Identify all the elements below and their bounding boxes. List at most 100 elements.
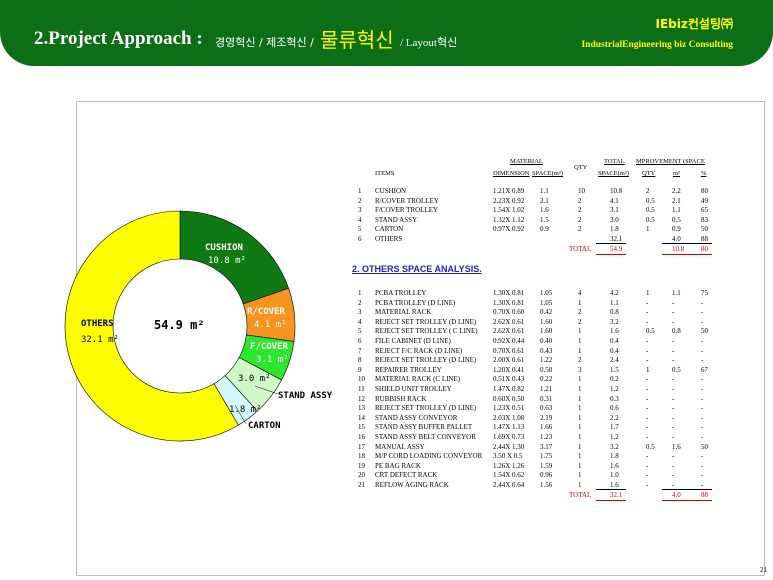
cell-total: 0.6 [610,404,619,413]
cell-space: 3.17 [540,442,553,451]
cell-ip: - [701,308,704,317]
cell-qty: 2 [578,215,582,224]
cell-total: 0.2 [610,375,619,384]
cell-iq: - [646,452,649,461]
cell-total_space: 32.1 [610,490,623,499]
slice-label-cushion: CUSHION [205,243,243,253]
cell-qty: 1 [578,327,582,336]
cell-item: R/COVER TROLLEY [375,196,439,205]
cell-total: 1.7 [610,423,619,432]
cell-total: 1.0 [610,471,619,480]
cell-item: PE BAG RACK [375,461,421,470]
cell-dim: 1.30X 0.81 [493,289,525,297]
th-imp-m2: m² [673,170,681,177]
cell-ip: - [701,413,704,422]
cell-im: 2.2 [672,187,681,195]
th-dimension: DIMENSION [493,170,530,177]
cell-im: - [672,394,675,403]
cell-item: PCBA TROLLEY [375,289,427,297]
cell-iq: - [646,346,649,355]
th-space: SPACE(m²) [532,170,563,177]
brand-tagline: IndustrialEngineering biz Consulting [581,40,733,50]
cell-iq: 0.5 [646,196,655,205]
cell-im: - [672,298,675,307]
cell-qty: 2 [578,308,582,317]
cell-space: 1.05 [540,289,553,297]
cell-no: 19 [358,461,365,470]
brand-logo-text: IEbiz컨설팅㈜ [655,17,733,31]
cell-dim: 1.23X 0.51 [493,404,525,413]
th-imp-qty: QTY [642,170,656,177]
cell-im: - [672,413,675,422]
cell-dim: 1.21X 0.89 [493,187,525,195]
cell-space: 1.1 [540,187,549,195]
slice-label-rcover: R/COVER [247,307,285,317]
cell-qty: 1 [578,385,582,393]
cell-dim: 1.54X 1.02 [493,206,525,215]
cell-im: - [672,317,675,326]
total-underline [662,499,712,501]
cell-total: 3.2 [610,442,619,451]
cell-ip: 50 [701,225,708,234]
cell-qty: 1 [578,423,582,432]
page-number: 21 [760,566,767,574]
cell-ip: - [701,433,704,441]
cell-item: REFLOW AGING RACK [375,481,449,489]
cell-ip: - [701,356,704,365]
cell-qty: 1 [578,461,582,470]
cell-item: F/COVER TROLLEY [375,206,439,215]
cell-no: 11 [358,385,365,393]
cell-qty: 1 [578,452,582,461]
cell-total: 1.8 [610,225,619,234]
cell-no: 1 [358,187,362,195]
cell-ip: - [701,385,704,393]
cell-qty: 2 [578,206,582,215]
th-qty: QTY [574,164,588,171]
cell-iq: 1 [646,365,650,374]
cell-qty: 1 [578,433,582,441]
slice-value-standassy: 3.0 m² [238,374,271,384]
cell-im: - [672,404,675,413]
cell-qty: 1 [578,298,582,307]
cell-qty: 1 [578,337,582,345]
cell-im: 0.8 [672,327,681,336]
th-total: TOTAL [604,158,625,165]
cell-dim: 0.51X 0.43 [493,375,525,384]
slice-label-carton: CARTON [248,421,281,431]
cell-space: 1.5 [540,215,549,224]
cell-space: 1.75 [540,452,553,461]
cell-qty: 10 [578,187,585,195]
cell-item: OTHERS [375,235,403,243]
cell-iq: - [646,423,649,432]
slice-value-cushion: 10.8 m² [208,256,246,266]
cell-space: 0.43 [540,346,553,355]
cell-dim: 2.44X 0.64 [493,481,525,489]
cell-no: 5 [358,225,362,234]
cell-im: 1.1 [672,206,681,215]
cell-total: 4.2 [610,289,619,297]
cell-qty: 1 [578,375,582,384]
cell-ip: - [701,452,704,461]
cell-iq: 2 [646,187,650,195]
th-items: ITEMS [375,170,395,177]
cell-iq: - [646,404,649,413]
cell-space: 0.9 [540,225,549,234]
cell-ip: - [701,394,704,403]
cell-space: 1.60 [540,317,553,326]
cell-no: 2 [358,196,362,205]
cell-space: 1.22 [540,356,553,365]
cell-iq: - [646,375,649,384]
cell-dim: 0.97X 0.92 [493,225,525,234]
cell-qty: 2 [578,196,582,205]
cell-total: 3.0 [610,215,619,224]
cell-iq: - [646,317,649,326]
cell-total: 3.1 [610,206,619,215]
cell-iq: - [646,337,649,345]
cell-item: REJECT SET TROLLEY (D LINE) [375,317,477,326]
cell-space: 1.21 [540,385,553,393]
cell-ip: - [701,471,704,480]
header-subtitle-1: 경영혁신 / 제조혁신 / [215,36,314,49]
cell-dim: 2.44X 1.30 [493,442,525,451]
cell-no: 17 [358,442,365,451]
cell-dim: 1.26X 1.26 [493,461,525,470]
